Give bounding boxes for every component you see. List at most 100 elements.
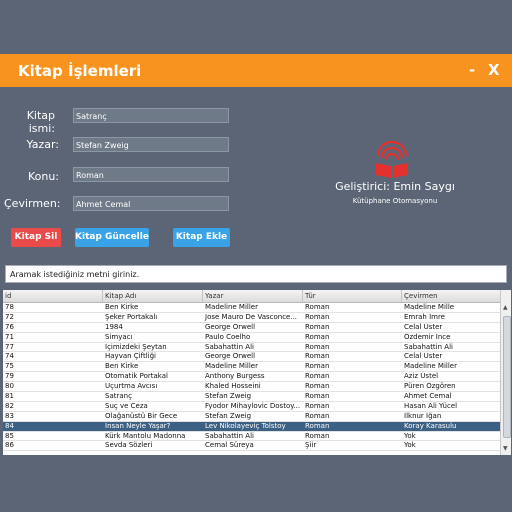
author-label: Yazar: bbox=[26, 138, 60, 151]
cell-author: Sabahattin Ali bbox=[205, 431, 254, 440]
search-input[interactable]: Aramak istediğiniz metni giriniz. bbox=[5, 265, 507, 283]
cell-translator: Koray Karasulu bbox=[404, 421, 457, 430]
update-book-button[interactable]: Kitap Güncelle bbox=[75, 228, 149, 247]
cell-title: Kürk Mantolu Madonna bbox=[105, 431, 186, 440]
cell-translator: Ahmet Cemal bbox=[404, 392, 452, 401]
cell-id: 76 bbox=[5, 322, 14, 331]
table-row[interactable]: 82 Suç ve Ceza Fyodor Mihaylovic Dostoy...… bbox=[3, 402, 500, 412]
cell-id: 71 bbox=[5, 332, 14, 341]
cell-author: Sabahattin Ali bbox=[205, 342, 254, 351]
cell-genre: Roman bbox=[305, 411, 330, 420]
books-table: id Kitap Adı Yazar Tür Çevirmen 78 Ben Ki… bbox=[3, 290, 511, 455]
scroll-up-icon[interactable]: ▲ bbox=[503, 304, 508, 311]
cell-id: 78 bbox=[5, 303, 14, 311]
column-header-author[interactable]: Yazar bbox=[203, 290, 303, 302]
table-row[interactable]: 72 Şeker Portakalı Jose Mauro De Vasconce.… bbox=[3, 313, 500, 323]
table-row[interactable]: 80 Uçurtma Avcısı Khaled Hosseini Roman Püre… bbox=[3, 382, 500, 393]
app-name: Kütüphane Otomasyonu bbox=[352, 197, 438, 205]
cell-id: 86 bbox=[5, 441, 14, 450]
cell-id: 77 bbox=[5, 342, 14, 351]
cell-translator: Emrah İmre bbox=[404, 312, 445, 321]
cell-title: Satranç bbox=[105, 392, 132, 401]
table-row[interactable]: 86 Sevda Sözleri Cemal Süreya Şiir Yok bbox=[3, 441, 500, 452]
table-row[interactable]: 77 İçimizdeki Şeytan Sabahattin Ali Roman Sa… bbox=[3, 343, 500, 353]
cell-id: 82 bbox=[5, 401, 14, 410]
scroll-down-icon[interactable]: ▼ bbox=[503, 445, 508, 452]
book-name-field[interactable]: Satranç bbox=[73, 108, 229, 123]
table-row[interactable]: 79 Otomatik Portakal Anthony Burgess Roman A… bbox=[3, 372, 500, 383]
cell-genre: Roman bbox=[305, 312, 330, 321]
cell-id: 80 bbox=[5, 382, 14, 391]
cell-id: 75 bbox=[5, 362, 14, 371]
cell-genre: Roman bbox=[305, 342, 330, 351]
subject-field[interactable]: Roman bbox=[73, 167, 229, 182]
table-row[interactable]: 71 Simyacı Paulo Coelho Roman Özdemir İnce bbox=[3, 333, 500, 343]
cell-author: Anthony Burgess bbox=[205, 372, 265, 381]
cell-translator: Celal Üster bbox=[404, 322, 443, 331]
cell-author: Madeline Miller bbox=[205, 362, 258, 371]
cell-translator: Madeline Mille bbox=[404, 303, 455, 311]
table-row[interactable]: 76 1984 George Orwell Roman Celal Üster bbox=[3, 323, 500, 333]
table-row[interactable]: 81 Satranç Stefan Zweig Roman Ahmet Cemal bbox=[3, 392, 500, 402]
cell-translator: Celal Üster bbox=[404, 352, 443, 361]
cell-title: Simyacı bbox=[105, 332, 133, 341]
cell-genre: Roman bbox=[305, 431, 330, 440]
cell-translator: Hasan Ali Yücel bbox=[404, 401, 458, 410]
translator-field[interactable]: Ahmet Cemal bbox=[73, 196, 229, 211]
cell-title: Uçurtma Avcısı bbox=[105, 382, 158, 391]
minimize-button[interactable]: - bbox=[469, 61, 475, 79]
cell-translator: Yok bbox=[404, 431, 416, 440]
cell-title: 1984 bbox=[105, 322, 123, 331]
cell-translator: Yok bbox=[404, 441, 416, 450]
author-field[interactable]: Stefan Zweig bbox=[73, 137, 229, 152]
cell-id: 74 bbox=[5, 352, 14, 361]
cell-author: Lev Nikolayeviç Tolstoy bbox=[205, 421, 286, 430]
title-bar: Kitap İşlemleri - X bbox=[0, 54, 512, 87]
add-book-button[interactable]: Kitap Ekle bbox=[173, 228, 230, 247]
table-row[interactable]: 85 Kürk Mantolu Madonna Sabahattin Ali Roma… bbox=[3, 432, 500, 442]
cell-id: 79 bbox=[5, 372, 14, 381]
subject-label: Konu: bbox=[27, 170, 59, 183]
cell-author: Cemal Süreya bbox=[205, 441, 254, 450]
cell-id: 83 bbox=[5, 411, 14, 420]
cell-title: Sevda Sözleri bbox=[105, 441, 153, 450]
cell-genre: Roman bbox=[305, 382, 330, 391]
cell-author: Paulo Coelho bbox=[205, 332, 251, 341]
table-row[interactable]: 78 Ben Kirke Madeline Miller Roman Madeline … bbox=[3, 303, 500, 313]
delete-book-button[interactable]: Kitap Sil bbox=[11, 228, 61, 247]
cell-author: Fyodor Mihaylovic Dostoy... bbox=[205, 401, 301, 410]
developer-credit: Geliştirici: Emin Saygı bbox=[335, 180, 455, 193]
vertical-scrollbar[interactable]: ▲ ▼ bbox=[500, 290, 511, 455]
table-header: id Kitap Adı Yazar Tür Çevirmen bbox=[3, 290, 500, 303]
cell-id: 84 bbox=[5, 421, 14, 430]
translator-label: Çevirmen: bbox=[4, 197, 61, 210]
cell-genre: Roman bbox=[305, 303, 330, 311]
cell-translator: Püren Özgören bbox=[404, 382, 456, 391]
cell-genre: Şiir bbox=[305, 441, 317, 450]
table-row[interactable]: 74 Hayvan Çiftliği George Orwell Roman Celal… bbox=[3, 352, 500, 363]
cell-author: Khaled Hosseini bbox=[205, 382, 261, 391]
table-row[interactable]: 75 Ben Kirke Madeline Miller Roman Madeline … bbox=[3, 362, 500, 373]
cell-title: Ben Kirke bbox=[105, 303, 139, 311]
cell-title: Ben Kirke bbox=[105, 362, 139, 371]
cell-id: 81 bbox=[5, 392, 14, 401]
column-header-genre[interactable]: Tür bbox=[303, 290, 402, 302]
scroll-thumb[interactable] bbox=[503, 316, 511, 438]
cell-author: George Orwell bbox=[205, 322, 256, 331]
column-header-translator[interactable]: Çevirmen bbox=[402, 290, 500, 302]
cell-title: Hayvan Çiftliği bbox=[105, 352, 156, 361]
book-wifi-icon bbox=[370, 140, 414, 180]
cell-translator: Aziz Üstel bbox=[404, 372, 439, 381]
column-header-title[interactable]: Kitap Adı bbox=[103, 290, 203, 302]
close-button[interactable]: X bbox=[488, 61, 500, 79]
table-row[interactable]: 84 İnsan Neyle Yaşar? Lev Nikolayeviç Tols… bbox=[3, 421, 500, 432]
column-header-id[interactable]: id bbox=[3, 290, 103, 302]
cell-genre: Roman bbox=[305, 372, 330, 381]
cell-title: Şeker Portakalı bbox=[105, 312, 158, 321]
cell-author: Stefan Zweig bbox=[205, 392, 252, 401]
cell-translator: Madeline Miller bbox=[404, 362, 457, 371]
cell-translator: Özdemir İnce bbox=[404, 332, 451, 341]
cell-title: İçimizdeki Şeytan bbox=[105, 342, 167, 351]
cell-genre: Roman bbox=[305, 362, 330, 371]
table-row[interactable]: 83 Olağanüstü Bir Gece Stefan Zweig Roman İl… bbox=[3, 412, 500, 422]
